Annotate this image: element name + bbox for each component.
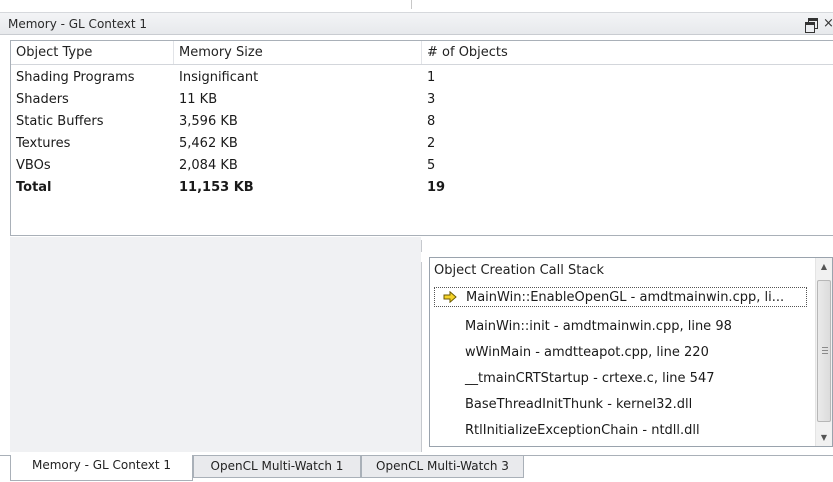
table-row[interactable]: VBOs 2,084 KB 5	[11, 155, 833, 177]
call-stack-item[interactable]: __tmainCRTStartup - crtexe.c, line 547	[465, 369, 715, 389]
splitter-tick	[421, 240, 422, 252]
table-row[interactable]: Textures 5,462 KB 2	[11, 133, 833, 155]
cell-total-memory-size: 11,153 KB	[179, 180, 254, 195]
panel-header: Memory - GL Context 1 ×	[0, 12, 833, 35]
close-icon[interactable]: ×	[823, 16, 833, 32]
call-stack-scrollbar[interactable]: ▲ ▼	[815, 258, 832, 446]
top-strip	[0, 0, 833, 12]
cell-memory-size: 11 KB	[179, 92, 218, 107]
call-stack-item-label: MainWin::EnableOpenGL - amdtmainwin.cpp,…	[466, 290, 785, 305]
cell-object-type: Textures	[16, 136, 71, 151]
current-frame-arrow-icon	[443, 291, 457, 303]
scroll-up-arrow-icon[interactable]: ▲	[816, 258, 832, 275]
call-stack-item[interactable]: wWinMain - amdtteapot.cpp, line 220	[465, 343, 709, 363]
column-header-object-count[interactable]: # of Objects	[422, 41, 833, 64]
cell-object-count: 5	[427, 158, 436, 173]
scrollbar-thumb[interactable]	[817, 280, 831, 422]
call-stack-item[interactable]: RtlInitializeExceptionChain - ntdll.dll	[465, 421, 700, 441]
cell-memory-size: 5,462 KB	[179, 136, 238, 151]
table-header-row: Object Type Memory Size # of Objects	[11, 41, 833, 65]
scrollbar-grip-icon	[822, 347, 828, 354]
call-stack-item[interactable]: MainWin::init - amdtmainwin.cpp, line 98	[465, 317, 732, 337]
column-header-memory-size[interactable]: Memory Size	[174, 41, 422, 64]
cell-object-type: Shaders	[16, 92, 69, 107]
cell-object-count: 1	[427, 70, 436, 85]
call-stack-list[interactable]: Object Creation Call Stack MainWin::Enab…	[429, 257, 833, 447]
cell-object-count: 8	[427, 114, 436, 129]
restore-window-icon[interactable]	[805, 18, 818, 33]
cell-object-type: Static Buffers	[16, 114, 104, 129]
scroll-down-arrow-icon[interactable]: ▼	[816, 429, 832, 446]
empty-detail-area	[10, 237, 421, 452]
cell-total-label: Total	[16, 180, 52, 195]
table-row[interactable]: Shading Programs Insignificant 1	[11, 67, 833, 89]
call-stack-header: Object Creation Call Stack	[434, 263, 604, 278]
table-row[interactable]: Shaders 11 KB 3	[11, 89, 833, 111]
cell-memory-size: 3,596 KB	[179, 114, 238, 129]
panel-header-buttons: ×	[805, 16, 833, 33]
bottom-tab-bar: Memory - GL Context 1 OpenCL Multi-Watch…	[0, 455, 833, 482]
cell-object-type: VBOs	[16, 158, 51, 173]
tab-opencl-multi-watch-1[interactable]: OpenCL Multi-Watch 1	[193, 456, 361, 478]
panel-title: Memory - GL Context 1	[8, 17, 148, 31]
table-row[interactable]: Static Buffers 3,596 KB 8	[11, 111, 833, 133]
cell-object-count: 2	[427, 136, 436, 151]
column-header-object-type[interactable]: Object Type	[11, 41, 174, 64]
cell-memory-size: Insignificant	[179, 70, 259, 85]
memory-table: Object Type Memory Size # of Objects Sha…	[10, 40, 833, 236]
cell-object-count: 3	[427, 92, 436, 107]
cell-total-object-count: 19	[427, 180, 446, 195]
call-stack-item[interactable]: BaseThreadInitThunk - kernel32.dll	[465, 395, 692, 415]
call-stack-item[interactable]: MainWin::EnableOpenGL - amdtmainwin.cpp,…	[434, 287, 807, 307]
cell-object-type: Shading Programs	[16, 70, 135, 85]
cell-memory-size: 2,084 KB	[179, 158, 238, 173]
tab-memory-gl-context-1[interactable]: Memory - GL Context 1	[10, 455, 193, 481]
tab-opencl-multi-watch-3[interactable]: OpenCL Multi-Watch 3	[361, 456, 524, 478]
vertical-splitter[interactable]	[421, 262, 422, 452]
top-divider-mark	[411, 0, 412, 9]
table-total-row[interactable]: Total 11,153 KB 19	[11, 177, 833, 199]
